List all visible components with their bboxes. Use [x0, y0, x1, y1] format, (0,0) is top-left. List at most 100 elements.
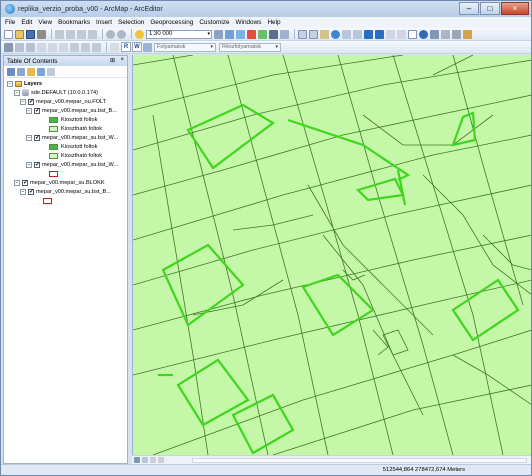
chevron-down-icon[interactable]: ▾: [210, 44, 213, 50]
layer-visibility-checkbox[interactable]: ✓: [34, 134, 40, 141]
toc-options-icon[interactable]: [47, 67, 55, 76]
map-canvas[interactable]: [133, 55, 531, 455]
editor-toolbar-icon[interactable]: [214, 29, 223, 39]
zoom-in-icon[interactable]: [298, 29, 307, 39]
highlighted-parcel[interactable]: [355, 177, 405, 202]
toc-row-layer[interactable]: − ✓ mepar_v00.mepar_su.bst_B...: [26, 106, 117, 115]
collapse-icon[interactable]: −: [26, 107, 32, 114]
select-elements-icon[interactable]: [408, 29, 417, 39]
menu-windows[interactable]: Windows: [236, 19, 262, 26]
collapse-icon[interactable]: −: [26, 134, 32, 141]
cut-icon[interactable]: [55, 29, 64, 39]
fixed-zoom-in-icon[interactable]: [342, 29, 351, 39]
find-icon[interactable]: [463, 29, 472, 39]
copy-icon[interactable]: [66, 29, 75, 39]
highlighted-parcel[interactable]: [451, 111, 477, 147]
back-extent-icon[interactable]: [364, 29, 373, 39]
menu-help[interactable]: Help: [267, 19, 280, 26]
sketch-properties-icon[interactable]: [110, 42, 119, 52]
open-folder-icon[interactable]: [15, 29, 24, 39]
r-button[interactable]: R: [121, 42, 131, 52]
highlighted-parcel[interactable]: [176, 358, 250, 427]
edit-tool-icon[interactable]: [15, 42, 24, 52]
layer-visibility-checkbox[interactable]: ✓: [34, 107, 40, 114]
add-data-icon[interactable]: [135, 29, 144, 39]
chevron-down-icon[interactable]: ▾: [207, 31, 210, 37]
table-of-contents-icon[interactable]: [225, 29, 234, 39]
arctoolbox-icon[interactable]: [258, 29, 267, 39]
menu-edit[interactable]: Edit: [21, 19, 32, 26]
auto-hide-icon[interactable]: ⊞: [110, 57, 115, 64]
toc-row-layer[interactable]: − ✓ mepar_v00.mepar_ou.FOLT: [20, 97, 106, 106]
layout-view-icon[interactable]: [142, 457, 148, 463]
paste-icon[interactable]: [77, 29, 86, 39]
select-features-icon[interactable]: [386, 29, 395, 39]
forward-extent-icon[interactable]: [375, 29, 384, 39]
undo-icon[interactable]: [106, 29, 115, 39]
collapse-icon[interactable]: −: [20, 188, 26, 195]
toc-row-layer[interactable]: − ✓ mepar_v00.mepar_su.BLOKK: [14, 178, 105, 187]
sublayer-combo[interactable]: Részfolyamatok ▾: [219, 42, 281, 52]
collapse-icon[interactable]: −: [14, 179, 20, 186]
end-point-arc-icon[interactable]: [48, 42, 57, 52]
refresh-icon[interactable]: [150, 457, 156, 463]
minimize-button[interactable]: –: [459, 2, 479, 15]
measure-icon[interactable]: [452, 29, 461, 39]
python-window-icon[interactable]: [269, 29, 278, 39]
html-popup-icon[interactable]: [441, 29, 450, 39]
map-scale-combo[interactable]: 1:30 000 ▾: [146, 29, 212, 39]
maximize-button[interactable]: □: [480, 2, 500, 15]
menu-file[interactable]: File: [5, 19, 15, 26]
toc-row-layer[interactable]: − ✓ mepar_v00.mepar_su.bst_W...: [26, 133, 118, 142]
list-by-visibility-icon[interactable]: [27, 67, 35, 76]
menu-bookmarks[interactable]: Bookmarks: [58, 19, 90, 26]
full-extent-icon[interactable]: [331, 29, 340, 39]
pause-drawing-icon[interactable]: [158, 457, 164, 463]
menu-insert[interactable]: Insert: [96, 19, 112, 26]
menu-customize[interactable]: Customize: [199, 19, 229, 26]
rotate-tool-icon[interactable]: [81, 42, 90, 52]
version-icon[interactable]: [143, 42, 152, 52]
print-icon[interactable]: [37, 29, 46, 39]
toc-row-layers[interactable]: − Layers: [7, 79, 42, 88]
identify-icon[interactable]: [419, 29, 428, 39]
toc-row-layer[interactable]: − ✓ mepar_v00.mepar_su.bst_W...: [26, 160, 118, 169]
collapse-icon[interactable]: −: [26, 161, 32, 168]
menu-selection[interactable]: Selection: [118, 19, 144, 26]
chevron-down-icon[interactable]: ▾: [275, 44, 278, 50]
highlighted-parcel[interactable]: [451, 278, 520, 342]
trace-icon[interactable]: [59, 42, 68, 52]
collapse-icon[interactable]: −: [20, 98, 26, 105]
layer-visibility-checkbox[interactable]: ✓: [28, 188, 34, 195]
menu-view[interactable]: View: [38, 19, 52, 26]
toc-row-layer[interactable]: − ✓ mepar_v00.mepar_su.bst_B...: [20, 187, 111, 196]
hyperlink-icon[interactable]: [430, 29, 439, 39]
highlighted-parcel[interactable]: [287, 118, 411, 181]
straight-segment-icon[interactable]: [37, 42, 46, 52]
search-window-icon[interactable]: [247, 29, 256, 39]
pan-icon[interactable]: [320, 29, 329, 39]
layer-visibility-checkbox[interactable]: ✓: [22, 179, 28, 186]
collapse-icon[interactable]: −: [7, 80, 13, 87]
close-icon[interactable]: ×: [120, 57, 124, 63]
map-view[interactable]: [132, 55, 531, 455]
data-view-icon[interactable]: [134, 457, 140, 463]
collapse-icon[interactable]: −: [14, 89, 20, 96]
close-button[interactable]: ×: [501, 2, 529, 15]
menu-geoprocessing[interactable]: Geoprocessing: [150, 19, 193, 26]
fixed-zoom-out-icon[interactable]: [353, 29, 362, 39]
toc-row-database[interactable]: − sde.DEFAULT (10.0.0.174): [14, 88, 98, 97]
delete-icon[interactable]: [88, 29, 97, 39]
horizontal-scrollbar[interactable]: [192, 458, 527, 463]
split-tool-icon[interactable]: [70, 42, 79, 52]
layer-visibility-checkbox[interactable]: ✓: [34, 161, 40, 168]
list-by-selection-icon[interactable]: [37, 67, 45, 76]
list-by-drawing-order-icon[interactable]: [7, 67, 15, 76]
clear-selection-icon[interactable]: [397, 29, 406, 39]
edit-annotation-icon[interactable]: [26, 42, 35, 52]
redo-icon[interactable]: [117, 29, 126, 39]
editor-menu-icon[interactable]: [4, 42, 13, 52]
w-button[interactable]: W: [132, 42, 142, 52]
layer-combo[interactable]: Folyamatok ▾: [154, 42, 216, 52]
zoom-out-icon[interactable]: [309, 29, 318, 39]
